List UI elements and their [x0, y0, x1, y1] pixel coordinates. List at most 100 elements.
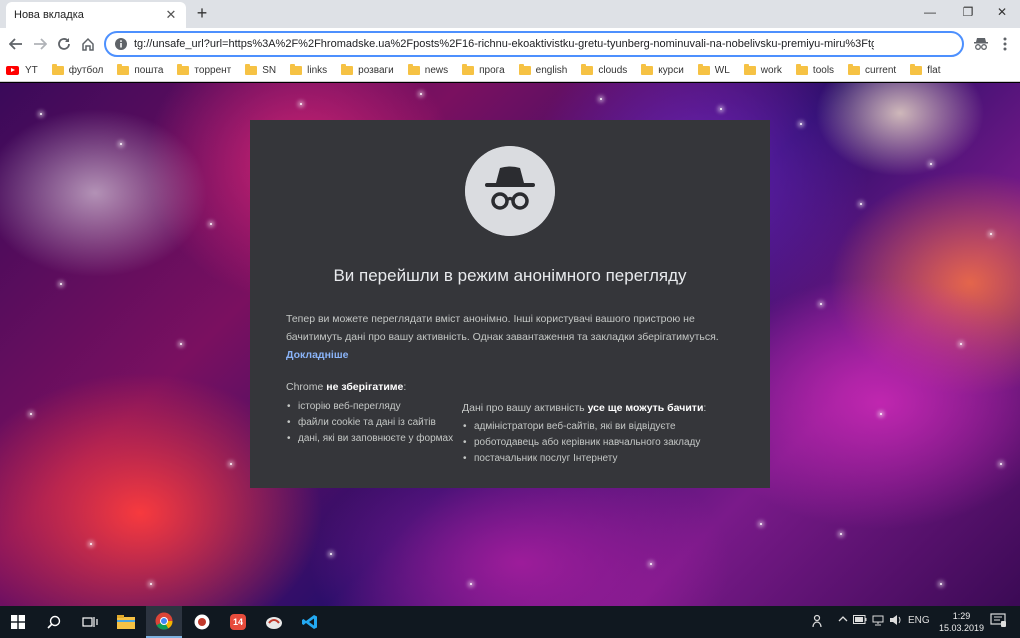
maximize-button[interactable]: ❐: [950, 0, 986, 24]
windows-logo-icon: [11, 615, 25, 629]
star-decoration: [880, 413, 882, 415]
bookmark-item[interactable]: розваги: [341, 64, 394, 76]
visible-title: Дані про вашу активність усе ще можуть б…: [462, 402, 706, 414]
star-decoration: [960, 343, 962, 345]
tab-title: Нова вкладка: [14, 9, 84, 21]
bookmark-item[interactable]: work: [743, 64, 782, 76]
folder-icon: [462, 64, 475, 75]
folder-icon: [581, 64, 594, 75]
folder-icon: [245, 64, 258, 75]
folder-icon: [177, 64, 190, 75]
learn-more-link[interactable]: Докладніше: [286, 349, 348, 361]
bookmark-item[interactable]: current: [848, 64, 896, 76]
folder-icon: [697, 64, 710, 75]
bookmark-label: work: [760, 65, 782, 76]
bookmark-item[interactable]: прога: [462, 64, 505, 76]
star-decoration: [760, 523, 762, 525]
back-arrow-icon: [9, 38, 22, 50]
star-decoration: [230, 463, 232, 465]
bookmark-label: розваги: [358, 65, 394, 76]
folder-icon: [848, 64, 861, 75]
bookmark-item[interactable]: news: [407, 64, 448, 76]
chrome-taskbar-button[interactable]: [146, 606, 182, 638]
list-item: постачальник послуг Інтернету: [462, 451, 752, 467]
star-decoration: [300, 103, 302, 105]
reload-button[interactable]: [54, 34, 74, 54]
new-tab-button[interactable]: +: [193, 4, 211, 22]
task-view-icon: [82, 617, 98, 627]
bookmark-item[interactable]: футбол: [51, 64, 103, 76]
app-circle-icon: [194, 614, 210, 630]
bookmark-item[interactable]: tools: [795, 64, 834, 76]
language-indicator[interactable]: ENG: [908, 615, 930, 626]
bookmark-item[interactable]: flat: [910, 64, 941, 76]
star-decoration: [840, 533, 842, 535]
bookmark-item[interactable]: торрент: [177, 64, 232, 76]
notification-icon: [990, 613, 1006, 627]
app-button-badge[interactable]: 14: [220, 606, 256, 638]
star-decoration: [800, 123, 802, 125]
bookmark-item[interactable]: YT: [6, 65, 38, 76]
minimize-button[interactable]: —: [912, 0, 948, 24]
bookmark-label: прога: [479, 65, 505, 76]
show-hidden-icons-button[interactable]: [838, 614, 848, 627]
reload-icon: [58, 38, 70, 50]
app-button-red[interactable]: [184, 606, 220, 638]
address-bar[interactable]: [104, 31, 964, 57]
network-icon: [872, 615, 884, 626]
star-decoration: [90, 543, 92, 545]
star-decoration: [820, 303, 822, 305]
home-button[interactable]: [78, 34, 98, 54]
list-item: файли cookie та дані із сайтів: [286, 415, 486, 431]
incognito-intro: Тепер ви можете переглядати вміст анонім…: [286, 310, 742, 364]
folder-icon: [290, 64, 303, 75]
visible-suffix: :: [703, 402, 707, 414]
info-icon[interactable]: [114, 37, 128, 51]
task-view-button[interactable]: [72, 606, 108, 638]
bookmark-item[interactable]: SN: [245, 64, 276, 76]
bookmark-label: flat: [927, 65, 941, 76]
search-button[interactable]: [36, 606, 72, 638]
bookmark-item[interactable]: english: [518, 64, 567, 76]
network-button[interactable]: [872, 614, 884, 629]
bookmark-item[interactable]: links: [290, 64, 328, 76]
star-decoration: [930, 163, 932, 165]
menu-button[interactable]: [996, 35, 1014, 53]
folder-icon: [117, 615, 135, 629]
tab-close-icon[interactable]: ✕: [164, 7, 178, 23]
action-center-button[interactable]: [990, 613, 1006, 630]
visible-bold: усе ще можуть бачити: [587, 402, 704, 414]
star-decoration: [120, 143, 122, 145]
folder-icon: [795, 64, 808, 75]
spy-extension-icon: [974, 38, 988, 50]
battery-button[interactable]: [853, 615, 867, 627]
bookmark-item[interactable]: пошта: [117, 64, 163, 76]
back-button[interactable]: [6, 34, 26, 54]
tab-new-tab[interactable]: Нова вкладка ✕: [6, 2, 186, 28]
forward-button[interactable]: [30, 34, 50, 54]
volume-button[interactable]: [889, 614, 903, 629]
search-icon: [47, 615, 61, 629]
people-icon: [812, 614, 822, 628]
folder-icon: [117, 64, 130, 75]
app-button-bird[interactable]: [256, 606, 292, 638]
vscode-button[interactable]: [292, 606, 328, 638]
close-window-button[interactable]: ✕: [984, 0, 1020, 24]
incognito-heading: Ви перейшли в режим анонімного перегляду: [333, 266, 687, 285]
system-clock[interactable]: 1:29 15.03.2019: [939, 610, 984, 634]
start-button[interactable]: [0, 606, 36, 638]
address-input[interactable]: [134, 38, 874, 50]
bookmark-item[interactable]: clouds: [581, 64, 627, 76]
vscode-icon: [302, 615, 317, 629]
bookmark-item[interactable]: курси: [641, 64, 684, 76]
file-explorer-button[interactable]: [108, 606, 144, 638]
forward-arrow-icon: [34, 38, 47, 50]
people-button[interactable]: [812, 614, 826, 631]
not-saved-prefix: Chrome: [286, 381, 327, 393]
bookmark-label: links: [307, 65, 328, 76]
intro-text: Тепер ви можете переглядати вміст анонім…: [286, 313, 719, 343]
bookmark-label: торрент: [194, 65, 232, 76]
bookmark-item[interactable]: WL: [697, 64, 730, 76]
extension-button[interactable]: [972, 35, 990, 53]
list-item: історію веб-перегляду: [286, 399, 486, 415]
